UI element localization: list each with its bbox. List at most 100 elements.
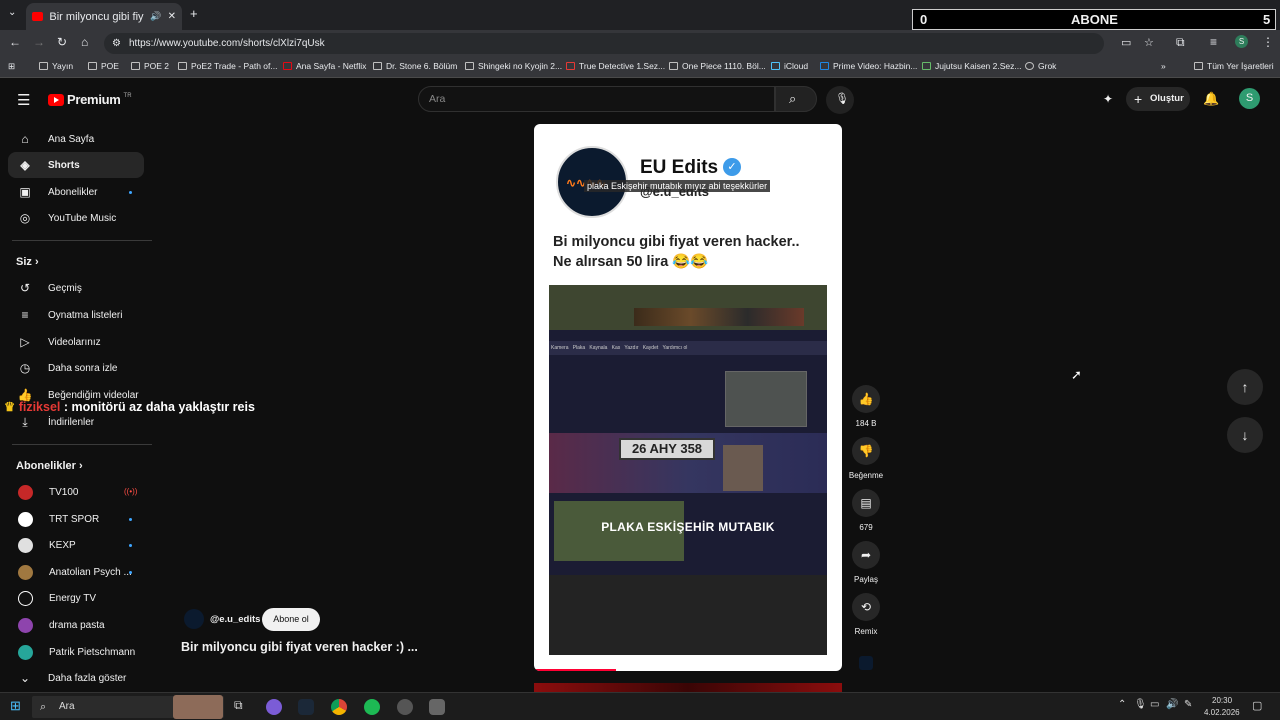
all-bookmarks[interactable]: Tüm Yer İşaretleri — [1194, 61, 1274, 71]
new-content-dot — [129, 191, 132, 194]
sidebar-channel[interactable]: Patrik Pietschmann — [8, 639, 144, 665]
subscribe-button[interactable]: Abone ol — [262, 608, 320, 631]
folder-icon — [39, 62, 48, 70]
nav-home[interactable]: ⌂ Ana Sayfa — [8, 126, 144, 152]
notifications-icon[interactable]: 🔔 — [1203, 91, 1219, 107]
discord-icon[interactable] — [266, 699, 282, 715]
clock-icon: ◷ — [19, 361, 31, 375]
previous-short-button[interactable]: ↑ — [1227, 369, 1263, 405]
nav-your-videos[interactable]: ▷ Videolarınız — [8, 329, 144, 355]
tab-search-icon[interactable]: ⌄ — [8, 7, 16, 18]
remix-button[interactable]: ⟲ — [852, 593, 880, 621]
apps-icon[interactable]: ⊞ — [8, 61, 15, 72]
clock-time[interactable]: 20:30 — [1212, 696, 1232, 705]
next-short-button[interactable]: ↓ — [1227, 417, 1263, 453]
sidebar-channel[interactable]: Anatolian Psych ... — [8, 559, 144, 585]
bookmark-item[interactable]: Yayın — [39, 61, 73, 71]
volume-icon[interactable]: 🔊 — [1166, 699, 1178, 710]
bookmark-item[interactable]: Prime Video: Hazbin... — [820, 61, 917, 71]
task-view-icon[interactable]: ⧉ — [234, 698, 243, 713]
search-button[interactable]: ⌕ — [775, 86, 817, 112]
back-icon[interactable]: ← — [9, 35, 21, 49]
notification-center-icon[interactable]: ▢ — [1252, 699, 1262, 712]
home-icon[interactable]: ⌂ — [81, 35, 88, 49]
show-more[interactable]: ⌄ Daha fazla göster — [8, 665, 144, 691]
folder-icon — [1194, 62, 1203, 70]
network-icon[interactable]: ▭ — [1150, 699, 1159, 710]
cast-icon[interactable]: ▭ — [1121, 33, 1131, 54]
voice-search-button[interactable]: 🎙 — [826, 86, 854, 114]
bookmark-item[interactable]: True Detective 1.Sez... — [566, 61, 665, 71]
nav-watch-later[interactable]: ◷ Daha sonra izle — [8, 355, 144, 381]
comments-button[interactable]: ▤ — [852, 489, 880, 517]
create-button[interactable]: + Oluştur — [1126, 87, 1190, 111]
chrome-icon[interactable] — [331, 699, 347, 715]
new-content-dot — [129, 544, 132, 547]
bookmark-item[interactable]: Ana Sayfa - Netflix — [283, 61, 366, 71]
bookmark-item[interactable]: Grok — [1025, 61, 1056, 71]
tray-chevron-icon[interactable]: ⌃ — [1118, 699, 1126, 710]
url-field[interactable]: ⚙ https://www.youtube.com/shorts/clXlzi7… — [104, 33, 1154, 54]
active-tab[interactable]: Bir milyoncu gibi fiyat veren 🔊 ✕ — [26, 3, 182, 30]
verified-icon: ✓ — [723, 158, 741, 176]
reload-icon[interactable]: ↻ — [57, 35, 67, 49]
owner-avatar[interactable] — [184, 609, 204, 629]
channel-avatar — [18, 590, 33, 606]
app-icon[interactable] — [429, 699, 445, 715]
more-bookmarks-icon[interactable]: » — [1161, 61, 1166, 71]
speaker-icon[interactable]: 🔊 — [150, 11, 161, 22]
sound-thumbnail[interactable] — [859, 656, 873, 670]
subscriptions-section-title[interactable]: Abonelikler › — [16, 460, 83, 472]
bookmark-item[interactable]: Shingeki no Kyojin 2... — [465, 61, 562, 71]
sidebar-channel[interactable]: Energy TV — [8, 585, 144, 611]
channel-avatar — [18, 537, 33, 553]
bookmark-item[interactable]: Jujutsu Kaisen 2.Sez... — [922, 61, 1021, 71]
next-short-preview[interactable] — [534, 683, 842, 692]
profile-avatar[interactable]: S — [1235, 35, 1248, 48]
site-info-icon[interactable]: ⚙ — [112, 33, 121, 54]
new-tab-icon[interactable]: + — [190, 6, 198, 21]
search-input[interactable]: Ara — [418, 86, 775, 112]
sidebar-channel[interactable]: TRT SPOR — [8, 506, 144, 532]
like-button[interactable]: 👍 — [852, 385, 880, 413]
close-tab-icon[interactable]: ✕ — [168, 11, 176, 22]
nav-history[interactable]: ↺ Geçmiş — [8, 275, 144, 301]
pen-icon[interactable]: ✎ — [1184, 699, 1192, 710]
media-icon[interactable]: ≡ — [1210, 35, 1217, 49]
nav-subscriptions[interactable]: ▣ Abonelikler — [8, 179, 144, 205]
channel-avatar — [18, 564, 33, 580]
extensions-icon[interactable]: ⧉ — [1176, 35, 1185, 50]
sidebar-channel[interactable]: KEXP — [8, 532, 144, 558]
app-icon[interactable] — [397, 699, 413, 715]
nav-shorts[interactable]: ◈ Shorts — [8, 152, 144, 178]
bookmark-item[interactable]: Dr. Stone 6. Bölüm — [373, 61, 457, 71]
you-section-title[interactable]: Siz › — [16, 256, 39, 268]
bookmark-item[interactable]: POE — [88, 61, 119, 71]
bookmark-item[interactable]: iCloud — [771, 61, 808, 71]
share-button[interactable]: ➦ — [852, 541, 880, 569]
dislike-button[interactable]: 👎 — [852, 437, 880, 465]
nav-playlists[interactable]: ≡ Oynatma listeleri — [8, 302, 144, 328]
gemini-icon[interactable]: ✦ — [1103, 92, 1113, 106]
owner-handle[interactable]: @e.u_edits — [210, 614, 260, 625]
shorts-icon: ◈ — [20, 158, 30, 172]
windows-start-icon[interactable]: ⊞ — [10, 698, 21, 714]
menu-icon[interactable]: ⋮ — [1262, 35, 1274, 49]
spotify-icon[interactable] — [364, 699, 380, 715]
bookmark-item[interactable]: PoE2 Trade - Path of... — [178, 61, 277, 71]
short-video-player[interactable]: ∿∿∿∿ EU Edits ✓ @e.u_edits plaka Eskişeh… — [534, 124, 842, 671]
clock-date[interactable]: 4.02.2026 — [1204, 708, 1240, 717]
account-avatar[interactable]: S — [1239, 88, 1260, 109]
hamburger-menu-icon[interactable]: ☰ — [17, 91, 30, 109]
progress-bar[interactable] — [534, 669, 616, 671]
bookmark-item[interactable]: POE 2 — [131, 61, 169, 71]
sidebar-channel[interactable]: TV100 ((•)) — [8, 479, 144, 505]
bookmark-item[interactable]: One Piece 1110. Böl... — [669, 61, 766, 71]
forward-icon[interactable]: → — [33, 35, 45, 49]
star-icon[interactable]: ☆ — [1144, 33, 1154, 54]
sidebar-channel[interactable]: drama pasta — [8, 612, 144, 638]
youtube-logo[interactable]: Premium TR — [48, 92, 132, 107]
microphone-icon[interactable]: 🎙 — [1134, 699, 1147, 710]
nav-youtube-music[interactable]: ◎ YouTube Music — [8, 205, 144, 231]
steam-icon[interactable] — [298, 699, 314, 715]
